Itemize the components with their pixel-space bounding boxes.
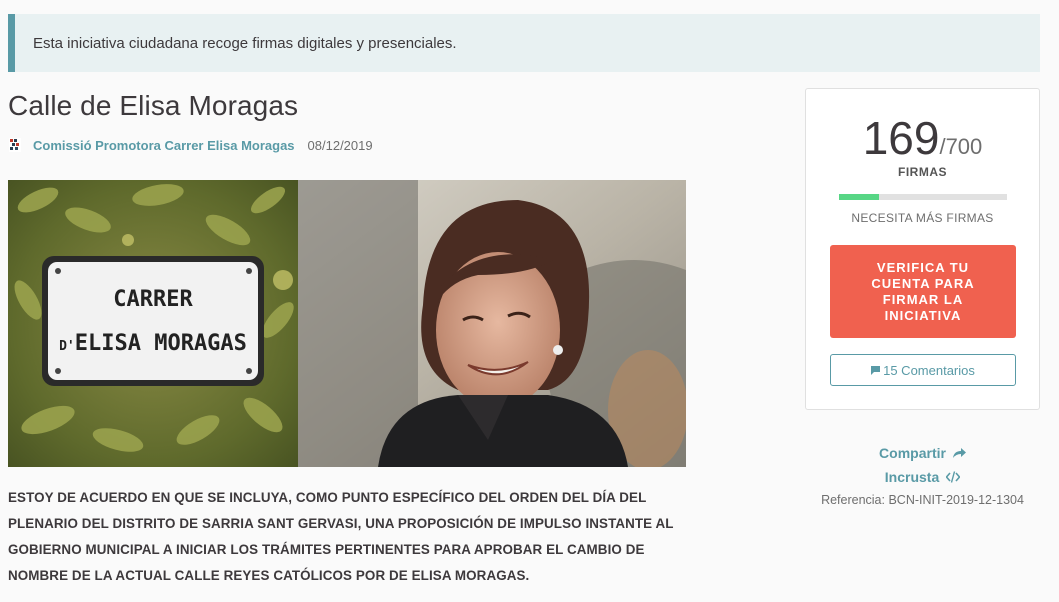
share-arrow-icon [952,447,966,458]
sign-line1: CARRER [113,287,193,312]
share-link[interactable]: Compartir [805,445,1040,461]
sign-prefix: D' [59,339,75,354]
verify-account-button[interactable]: VERIFICA TU CUENTA PARA FIRMAR LA INICIA… [830,245,1016,338]
sign-line2: ELISA MORAGAS [75,331,247,356]
signature-progress-bar [839,194,1007,200]
signature-progress-fill [839,194,880,200]
comments-label: 15 Comentarios [883,362,975,378]
comments-button[interactable]: 15 Comentarios [830,354,1016,386]
needs-signatures-label: NECESITA MÁS FIRMAS [851,211,994,225]
svg-text:D'ELISA MORAGAS: D'ELISA MORAGAS [59,331,247,356]
signature-callout: Esta iniciativa ciudadana recoge firmas … [8,14,1040,72]
chat-bubble-icon [871,365,881,375]
initiative-title: Calle de Elisa Moragas [8,90,299,121]
embed-link[interactable]: Incrusta [805,469,1040,485]
embed-label: Incrusta [884,469,940,485]
author-avatar[interactable] [8,138,22,152]
publish-date: 08/12/2019 [307,137,373,153]
initiative-description: ESTOY DE ACUERDO EN QUE SE INCLUYA, COMO… [8,490,674,583]
author-link[interactable]: Comissió Promotora Carrer Elisa Moragas [33,138,295,153]
initiative-page: Esta iniciativa ciudadana recoge firmas … [0,0,1059,602]
reference-code: Referencia: BCN-INIT-2019-12-1304 [821,493,1024,507]
signature-total: /700 [939,134,983,159]
signatures-label: FIRMAS [898,165,947,179]
author-row: Comissió Promotora Carrer Elisa Moragas … [8,136,373,154]
callout-text: Esta iniciativa ciudadana recoge firmas … [33,34,457,52]
initiative-image: CARRER D'ELISA MORAGAS [8,180,686,467]
signatures-card: 169/700 FIRMAS NECESITA MÁS FIRMAS VERIF… [805,88,1040,410]
code-icon [946,471,961,483]
signature-current: 169 [862,112,940,164]
signature-count: 169/700 [806,111,1039,165]
share-label: Compartir [879,445,946,461]
